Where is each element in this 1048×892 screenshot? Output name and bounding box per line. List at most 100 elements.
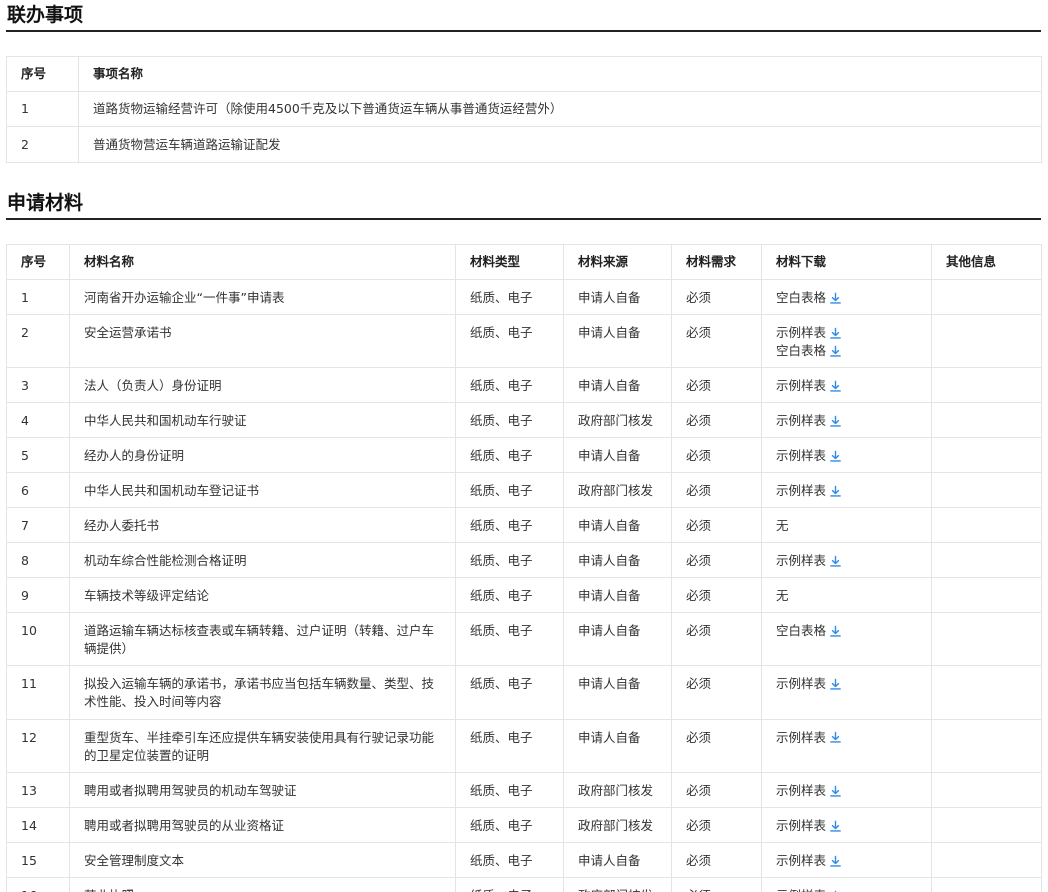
blank-form-download-link[interactable]: 空白表格	[776, 342, 847, 360]
table-row: 10 道路运输车辆达标核查表或车辆转籍、过户证明（转籍、过户车辆提供） 纸质、电子申…	[6, 611, 1042, 667]
sample-form-download-link[interactable]: 示例样表	[776, 324, 847, 342]
materials-table: 序号 材料名称 材料类型 材料来源 材料需求 材料下载 其他信息 1 河南省开办运…	[6, 244, 1042, 892]
table-row: 5 经办人的身份证明 纸质、电子 申请人自备 必须 示例样表	[6, 437, 1042, 473]
cell-material-need: 必须	[671, 279, 762, 315]
cell-material-type: 纸质、电子	[455, 367, 564, 403]
download-icon	[829, 678, 842, 691]
sample-form-download-link[interactable]: 示例样表	[776, 447, 847, 465]
cell-material-download: 示例样表	[761, 877, 932, 892]
cell-material-type: 纸质、电子	[455, 807, 564, 844]
cell-no: 1	[6, 91, 79, 127]
download-icon	[829, 380, 842, 393]
cell-material-name: 聘用或者拟聘用驾驶员的机动车驾驶证	[69, 772, 456, 809]
cell-no: 7	[6, 507, 70, 543]
cell-material-type: 纸质、电子	[455, 877, 564, 892]
download-icon	[829, 450, 842, 463]
col-header-no: 序号	[6, 244, 70, 280]
download-icon	[829, 855, 842, 868]
cell-material-download: 示例样表 空白表格	[761, 314, 932, 368]
cell-material-type: 纸质、电子	[455, 718, 564, 774]
cell-material-source: 政府部门核发	[563, 472, 672, 508]
cell-material-need: 必须	[671, 437, 762, 473]
sample-form-download-link[interactable]: 示例样表	[776, 552, 847, 570]
sample-form-download-link[interactable]: 示例样表	[776, 412, 847, 430]
col-header-material-download: 材料下载	[761, 244, 932, 280]
cell-material-name: 营业执照	[69, 877, 456, 892]
blank-form-download-link[interactable]: 空白表格	[776, 289, 847, 307]
col-header-item-name: 事项名称	[78, 56, 1042, 92]
cell-material-name: 安全管理制度文本	[69, 842, 456, 879]
cell-material-source: 政府部门核发	[563, 402, 672, 438]
download-icon	[829, 820, 842, 833]
cell-material-source: 申请人自备	[563, 611, 672, 667]
cell-material-source: 申请人自备	[563, 437, 672, 473]
cell-no: 11	[6, 665, 70, 720]
sample-form-download-link[interactable]: 示例样表	[776, 782, 847, 800]
cell-material-download: 示例样表	[761, 402, 932, 438]
table-row: 4 中华人民共和国机动车行驶证 纸质、电子 政府部门核发 必须 示例样表	[6, 402, 1042, 438]
sample-form-download-link[interactable]: 示例样表	[776, 482, 847, 500]
cell-other-info	[931, 279, 1042, 315]
download-icon	[829, 485, 842, 498]
cell-no: 2	[6, 126, 79, 163]
cell-material-source: 申请人自备	[563, 367, 672, 403]
sample-form-download-link[interactable]: 示例样表	[776, 852, 847, 870]
cell-material-name: 道路运输车辆达标核查表或车辆转籍、过户证明（转籍、过户车辆提供）	[69, 611, 456, 667]
table-row: 1 道路货物运输经营许可（除使用4500千克及以下普通货运车辆从事普通货运经营外）	[6, 91, 1042, 127]
cell-material-download: 示例样表	[761, 665, 932, 720]
blank-form-download-link[interactable]: 空白表格	[776, 622, 847, 640]
cell-other-info	[931, 665, 1042, 720]
download-link-label: 示例样表	[776, 783, 827, 799]
download-link-label: 示例样表	[776, 553, 827, 568]
cell-material-download: 空白表格	[761, 611, 932, 667]
download-link-label: 示例样表	[776, 448, 827, 463]
download-link-label: 示例样表	[776, 853, 827, 869]
download-link-label: 示例样表	[776, 378, 827, 393]
cell-other-info	[931, 842, 1042, 879]
table-header-row: 序号 材料名称 材料类型 材料来源 材料需求 材料下载 其他信息	[6, 244, 1042, 280]
download-icon	[829, 327, 842, 340]
col-header-material-name: 材料名称	[69, 244, 456, 280]
sample-form-download-link[interactable]: 示例样表	[776, 817, 847, 835]
cell-material-download: 示例样表	[761, 367, 932, 403]
cell-material-download: 示例样表	[761, 472, 932, 508]
cell-other-info	[931, 367, 1042, 403]
cell-material-need: 必须	[671, 718, 762, 774]
cell-other-info	[931, 507, 1042, 543]
table-row: 6 中华人民共和国机动车登记证书 纸质、电子 政府部门核发 必须 示例样表	[6, 472, 1042, 508]
cell-material-source: 申请人自备	[563, 279, 672, 315]
table-row: 3 法人（负责人）身份证明 纸质、电子 申请人自备 必须 示例样表	[6, 367, 1042, 403]
cell-material-name: 经办人的身份证明	[69, 437, 456, 473]
cell-other-info	[931, 611, 1042, 667]
download-link-label: 示例样表	[776, 325, 827, 340]
download-link-label: 空白表格	[776, 343, 827, 358]
cell-material-source: 申请人自备	[563, 842, 672, 879]
cell-no: 2	[6, 314, 70, 368]
page: 联办事项 序号 事项名称 1 道路货物运输经营许可（除使用4500千克及以下普通货…	[0, 0, 1048, 892]
cell-material-need: 必须	[671, 577, 762, 613]
download-icon	[829, 345, 842, 358]
cell-material-download: 无	[761, 577, 932, 613]
table-row: 9 车辆技术等级评定结论 纸质、电子 申请人自备 必须无	[6, 577, 1042, 613]
col-header-other-info: 其他信息	[931, 244, 1042, 280]
cell-no: 10	[6, 611, 70, 667]
sample-form-download-link[interactable]: 示例样表	[776, 729, 847, 747]
download-link-label: 示例样表	[776, 413, 827, 428]
cell-material-source: 申请人自备	[563, 507, 672, 543]
cell-no: 1	[6, 279, 70, 315]
no-download-text: 无	[776, 588, 789, 603]
col-header-material-type: 材料类型	[455, 244, 564, 280]
cell-material-need: 必须	[671, 367, 762, 403]
table-row: 12 重型货车、半挂牵引车还应提供车辆安装使用具有行驶记录功能的卫星定位装置的证明…	[6, 718, 1042, 774]
cell-material-type: 纸质、电子	[455, 665, 564, 720]
sample-form-download-link[interactable]: 示例样表	[776, 675, 847, 693]
download-icon	[829, 555, 842, 568]
cell-material-type: 纸质、电子	[455, 577, 564, 613]
sample-form-download-link[interactable]: 示例样表	[776, 887, 847, 892]
cell-material-type: 纸质、电子	[455, 279, 564, 315]
cell-item-name: 道路货物运输经营许可（除使用4500千克及以下普通货运车辆从事普通货运经营外）	[78, 91, 1042, 127]
download-icon	[829, 625, 842, 638]
sample-form-download-link[interactable]: 示例样表	[776, 377, 847, 395]
col-header-material-need: 材料需求	[671, 244, 762, 280]
cell-material-name: 机动车综合性能检测合格证明	[69, 542, 456, 578]
